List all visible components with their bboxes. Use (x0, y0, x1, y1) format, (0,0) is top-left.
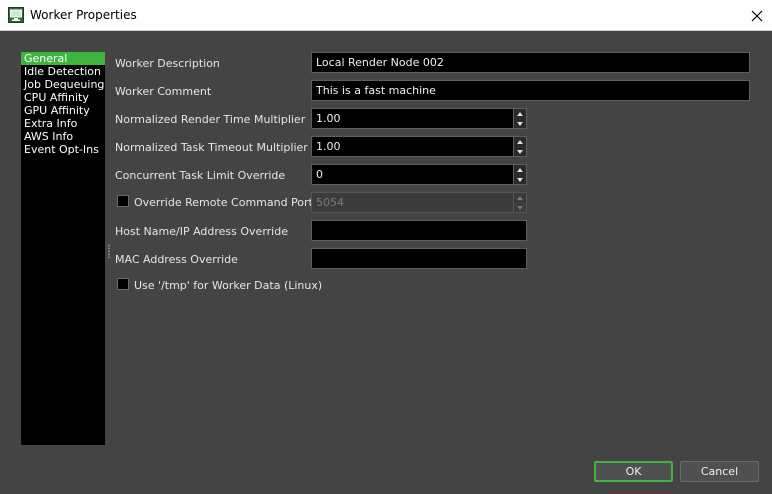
remote-port-input (311, 192, 515, 213)
task-timeout-multiplier-input[interactable] (311, 136, 515, 157)
task-limit-override-spinner[interactable] (513, 164, 527, 185)
spin-down-button[interactable] (514, 147, 526, 156)
spin-up-button (514, 193, 526, 202)
sidebar-item-cpu-affinity[interactable]: CPU Affinity (21, 91, 105, 104)
ok-button[interactable]: OK (594, 461, 673, 482)
render-time-multiplier-label: Normalized Render Time Multiplier (115, 113, 306, 126)
sidebar-item-extra-info[interactable]: Extra Info (21, 117, 105, 130)
arrow-up-icon (517, 167, 523, 172)
render-time-multiplier-input[interactable] (311, 108, 515, 129)
spin-up-button[interactable] (514, 109, 526, 118)
spin-up-button[interactable] (514, 165, 526, 174)
arrow-down-icon (517, 121, 523, 126)
host-override-label: Host Name/IP Address Override (115, 225, 288, 238)
close-button[interactable] (742, 0, 772, 31)
use-tmp-label: Use '/tmp' for Worker Data (Linux) (134, 279, 323, 292)
title-bar: Worker Properties (0, 0, 772, 31)
host-override-input[interactable] (311, 220, 527, 241)
remote-port-spinner (513, 192, 527, 213)
override-remote-port-checkbox[interactable] (117, 195, 129, 207)
mac-override-input[interactable] (311, 248, 527, 269)
sidebar-item-aws-info[interactable]: AWS Info (21, 130, 105, 143)
spin-down-button[interactable] (514, 175, 526, 184)
spin-down-button[interactable] (514, 119, 526, 128)
arrow-down-icon (517, 205, 523, 210)
sidebar-item-gpu-affinity[interactable]: GPU Affinity (21, 104, 105, 117)
worker-description-label: Worker Description (115, 57, 220, 70)
worker-description-input[interactable] (311, 52, 750, 73)
splitter-handle[interactable] (108, 244, 110, 258)
arrow-up-icon (517, 139, 523, 144)
spin-down-button (514, 203, 526, 212)
sidebar-item-event-opt-ins[interactable]: Event Opt-Ins (21, 143, 105, 156)
task-limit-override-label: Concurrent Task Limit Override (115, 169, 286, 182)
worker-comment-label: Worker Comment (115, 85, 212, 98)
use-tmp-checkbox[interactable] (117, 278, 129, 290)
worker-comment-input[interactable] (311, 80, 750, 101)
arrow-down-icon (517, 149, 523, 154)
render-time-multiplier-spinner[interactable] (513, 108, 527, 129)
window-title: Worker Properties (30, 8, 137, 22)
sidebar-item-job-dequeuing[interactable]: Job Dequeuing (21, 78, 105, 91)
category-list[interactable]: General Idle Detection Job Dequeuing CPU… (21, 52, 105, 445)
sidebar-item-idle-detection[interactable]: Idle Detection (21, 65, 105, 78)
task-timeout-multiplier-spinner[interactable] (513, 136, 527, 157)
task-limit-override-input[interactable] (311, 164, 515, 185)
monitor-app-icon (8, 7, 24, 23)
arrow-down-icon (517, 177, 523, 182)
override-remote-port-label: Override Remote Command Port (134, 196, 313, 209)
sidebar-item-general[interactable]: General (21, 52, 105, 65)
arrow-up-icon (517, 111, 523, 116)
task-timeout-multiplier-label: Normalized Task Timeout Multiplier (115, 141, 308, 154)
cancel-button[interactable]: Cancel (680, 461, 759, 482)
close-icon[interactable] (751, 10, 763, 22)
mac-override-label: MAC Address Override (115, 253, 238, 266)
arrow-up-icon (517, 195, 523, 200)
spin-up-button[interactable] (514, 137, 526, 146)
